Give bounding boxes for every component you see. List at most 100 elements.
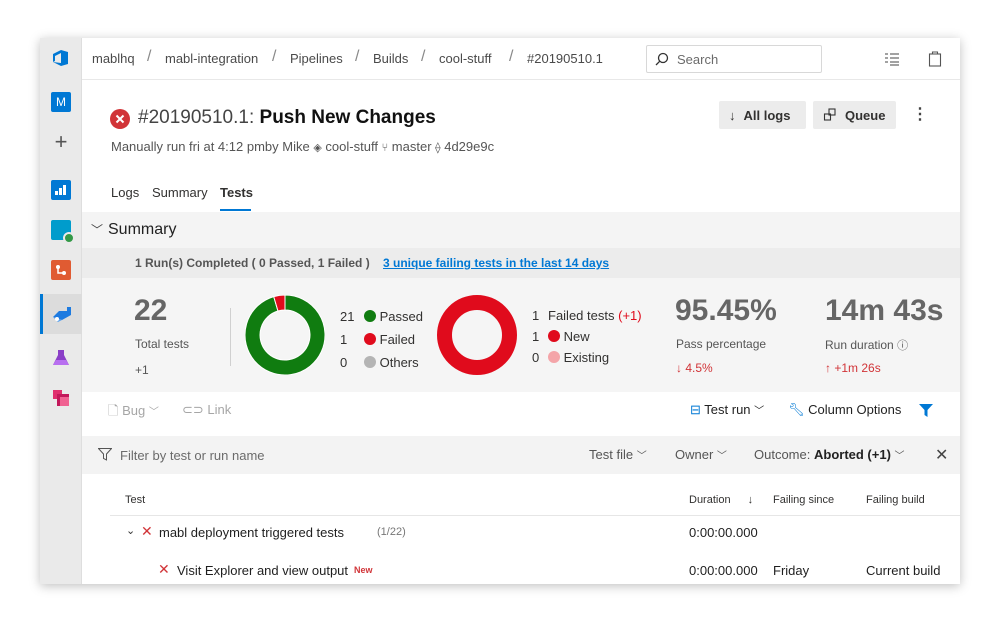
failing-tests-link[interactable]: 3 unique failing tests in the last 14 da… (383, 256, 609, 270)
chevron-down-icon: ﹀ (636, 451, 647, 462)
filter-icon[interactable] (919, 404, 933, 417)
bug-button[interactable]: 🗋 Bug ﹀ (108, 402, 159, 424)
filter-outline-icon (98, 448, 112, 461)
arrow-down-icon: ↓ (676, 361, 682, 375)
sort-down-icon: ↓ (747, 494, 754, 506)
more-actions-icon[interactable]: ⋮ (912, 104, 928, 124)
failed-donut-chart (437, 295, 517, 375)
test-failing-build: Current build (866, 563, 941, 578)
test-duration: 0:00:00.000 (689, 563, 758, 578)
column-header-failing-since[interactable]: Failing since (773, 494, 834, 506)
repos-nav[interactable] (40, 250, 82, 290)
pipelines-icon (53, 307, 71, 322)
search-box[interactable]: Search (646, 45, 822, 73)
queue-button[interactable]: Queue (813, 101, 896, 129)
repo-name[interactable]: cool-stuff (325, 139, 378, 154)
chevron-down-icon: ﹀ (148, 407, 159, 418)
repos-icon (51, 260, 71, 280)
new-badge: New (354, 565, 373, 575)
app-window: M + mablhq / mabl-integration / Pipeline… (40, 38, 960, 584)
artifacts-nav[interactable] (40, 378, 82, 418)
total-tests-delta: +1 (135, 363, 149, 377)
test-run-dropdown[interactable]: ⊟ Test run ﹀ (690, 402, 764, 418)
breadcrumb-pipelines[interactable]: Pipelines (290, 51, 343, 66)
commit-hash[interactable]: 4d29e9c (444, 139, 494, 154)
branch-icon: ⑂ (381, 142, 389, 154)
new-project-button[interactable]: + (40, 122, 82, 162)
owner-filter[interactable]: Owner ﹀ (675, 447, 727, 462)
top-bar: mablhq / mabl-integration / Pipelines / … (82, 38, 960, 80)
chevron-down-icon: ﹀ (754, 406, 765, 417)
build-trigger-text: Manually run fri at 4:12 pmby Mike (111, 139, 310, 154)
summary-heading: Summary (108, 221, 177, 238)
overview-icon (51, 180, 71, 200)
all-logs-button[interactable]: ↓ All logs (719, 101, 806, 129)
donut-slice-new (437, 295, 517, 375)
breadcrumb-builds[interactable]: Builds (373, 51, 408, 66)
build-title: Push New Changes (259, 107, 436, 128)
new-dot (548, 330, 560, 342)
pass-percentage-delta: ↓ 4.5% (676, 361, 713, 375)
breadcrumb-project[interactable]: mabl-integration (165, 51, 258, 66)
filter-bar: Filter by test or run name Test file ﹀ O… (82, 436, 960, 474)
table-row[interactable]: ✕ Visit Explorer and view output New 0:0… (110, 552, 960, 584)
pipelines-nav[interactable] (40, 294, 82, 334)
outcome-filter[interactable]: Outcome: Aborted (+1) ﹀ (754, 447, 905, 462)
boards-icon (51, 220, 75, 244)
run-summary-bar: 1 Run(s) Completed ( 0 Passed, 1 Failed … (82, 248, 960, 278)
breadcrumb-pipeline[interactable]: cool-stuff (439, 51, 492, 66)
test-plans-nav[interactable] (40, 338, 82, 378)
artifacts-icon (53, 390, 69, 406)
column-header-duration[interactable]: Duration ↓ (689, 494, 753, 506)
outcome-donut-chart (245, 295, 325, 375)
build-meta: Manually run fri at 4:12 pmby Mike ◈ coo… (111, 139, 494, 154)
commit-icon: ⟠ (435, 142, 441, 154)
breadcrumb-separator: / (272, 48, 277, 65)
chevron-down-icon: ﹀ (716, 451, 727, 462)
azure-devops-logo[interactable] (40, 38, 82, 78)
failed-dot (364, 333, 376, 345)
breadcrumb-separator: / (355, 48, 360, 65)
breadcrumb-build[interactable]: #20190510.1 (527, 51, 603, 66)
clear-filters-icon[interactable]: ✕ (935, 445, 948, 465)
download-icon: ↓ (729, 107, 736, 123)
boards-nav[interactable] (40, 210, 82, 250)
queue-icon (823, 108, 836, 121)
search-placeholder: Search (677, 52, 719, 67)
legend-failed: 1 Failed (340, 332, 416, 347)
failed-status-icon (110, 109, 130, 129)
breadcrumb-separator: / (509, 48, 514, 65)
overview-nav[interactable] (40, 170, 82, 210)
column-header-test[interactable]: Test (125, 494, 145, 506)
table-group-row[interactable]: ⌄ ✕ mabl deployment triggered tests (1/2… (110, 516, 960, 550)
tab-summary[interactable]: Summary (152, 185, 208, 200)
filter-input[interactable]: Filter by test or run name (120, 448, 265, 463)
passed-dot (364, 310, 376, 322)
test-file-filter[interactable]: Test file ﹀ (589, 447, 647, 462)
tab-tests[interactable]: Tests (220, 185, 253, 200)
task-list-icon[interactable] (884, 52, 900, 66)
org-avatar[interactable]: M (40, 82, 82, 122)
document-icon: 🗋 (108, 403, 119, 418)
column-header-failing-build[interactable]: Failing build (866, 494, 925, 506)
breadcrumb-org[interactable]: mablhq (92, 51, 135, 66)
shopping-bag-icon[interactable] (928, 50, 942, 67)
outcome-legend: 21 Passed 1 Failed 0 Others (340, 305, 423, 374)
tab-logs[interactable]: Logs (111, 185, 139, 200)
expand-chevron-icon[interactable]: ⌄ (126, 524, 135, 537)
left-nav-rail: M + (40, 38, 82, 584)
summary-header[interactable]: ﹀ Summary (82, 212, 960, 248)
legend-new: 1 New (532, 329, 590, 344)
branch-name[interactable]: master (392, 139, 432, 154)
info-icon[interactable]: ⓘ (897, 340, 908, 352)
group-by-icon: ⊟ (690, 402, 701, 417)
arrow-up-icon: ↑ (825, 361, 831, 375)
chevron-down-icon: ﹀ (91, 223, 104, 237)
column-options-button[interactable]: 🔧︎ Column Options (788, 402, 901, 418)
run-duration-delta: ↑ +1m 26s (825, 361, 881, 375)
link-button[interactable]: ⊂⊃ Link (182, 402, 231, 418)
legend-existing: 0 Existing (532, 350, 610, 365)
pass-percentage-label: Pass percentage (676, 337, 767, 351)
breadcrumb-separator: / (147, 48, 152, 65)
legend-others: 0 Others (340, 355, 419, 370)
